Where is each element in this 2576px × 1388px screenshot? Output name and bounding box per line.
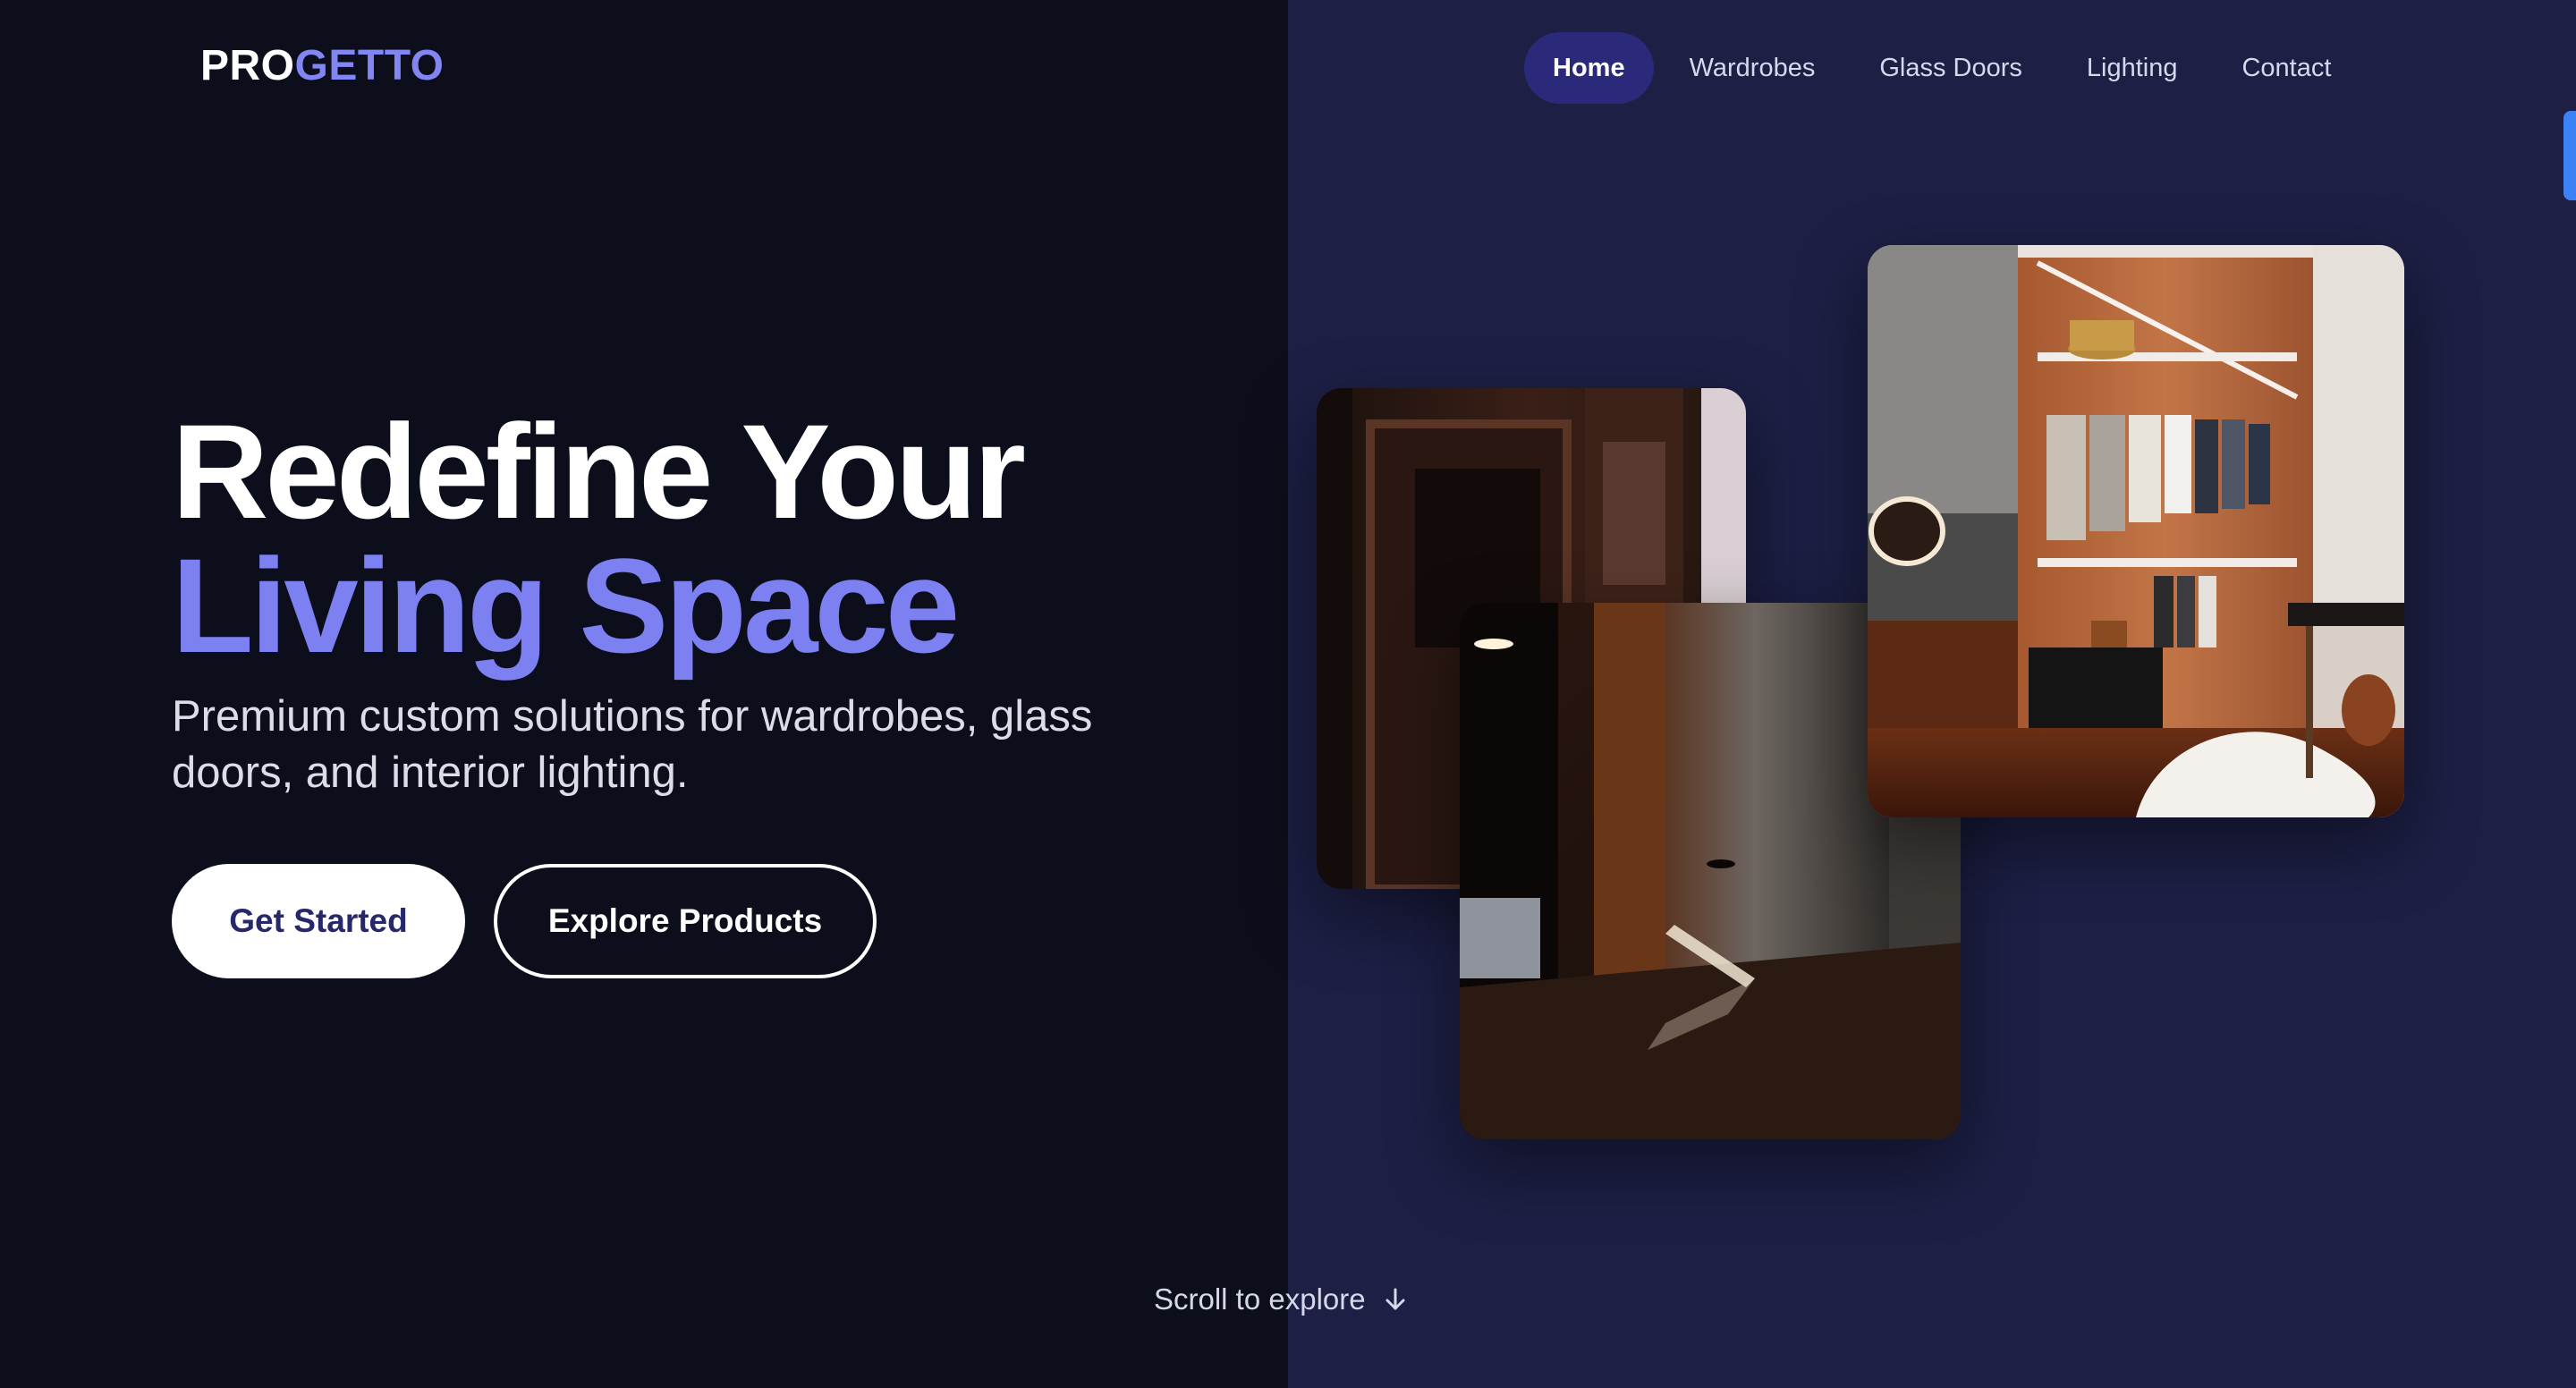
explore-products-button[interactable]: Explore Products [494, 864, 877, 978]
wardrobe-image [1868, 245, 2404, 817]
nav-item-wardrobes[interactable]: Wardrobes [1661, 32, 1844, 104]
nav-item-glass-doors[interactable]: Glass Doors [1851, 32, 2051, 104]
wardrobe-photo [1868, 245, 2404, 817]
logo-text-pro: PRO [200, 42, 295, 89]
main-nav: Home Wardrobes Glass Doors Lighting Cont… [1524, 32, 2367, 104]
hero-title-line-2: Living Space [172, 530, 960, 681]
side-edge-tab[interactable] [2563, 111, 2576, 200]
get-started-button[interactable]: Get Started [172, 864, 465, 978]
nav-item-lighting[interactable]: Lighting [2058, 32, 2207, 104]
arrow-down-icon [1382, 1286, 1409, 1313]
nav-item-contact[interactable]: Contact [2213, 32, 2360, 104]
logo-text-getto: GETTO [294, 42, 445, 89]
site-logo[interactable]: PROGETTO [200, 41, 444, 91]
hero-title: Redefine Your Living Space [172, 396, 1026, 681]
scroll-hint-label: Scroll to explore [1154, 1282, 1366, 1316]
scroll-hint[interactable]: Scroll to explore [1154, 1282, 1409, 1316]
nav-item-home[interactable]: Home [1524, 32, 1654, 104]
hero-title-line-1: Redefine Your [172, 396, 1026, 546]
hero-subtitle: Premium custom solutions for wardrobes, … [172, 692, 1093, 797]
